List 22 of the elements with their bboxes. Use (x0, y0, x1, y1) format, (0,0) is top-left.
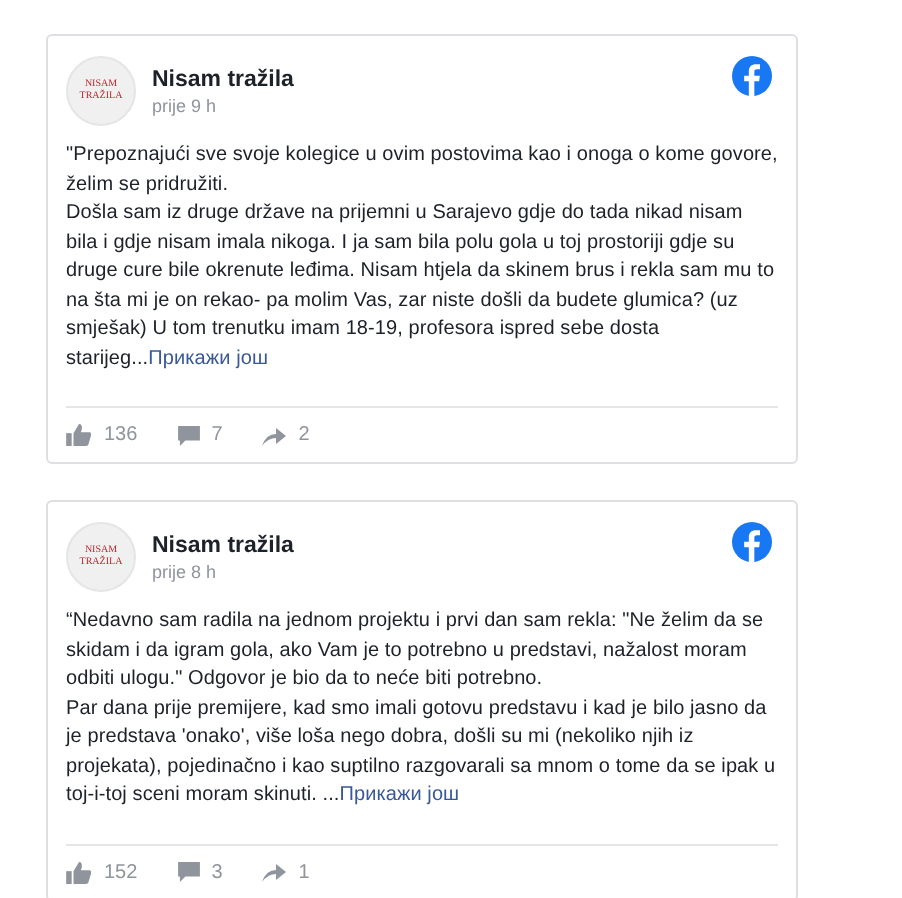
facebook-icon[interactable] (732, 522, 772, 562)
comment-icon[interactable] (177, 425, 200, 445)
thumbs-up-icon[interactable] (66, 861, 92, 883)
show-more-link[interactable]: Прикажи још (148, 347, 269, 369)
comment-count: 3 (211, 861, 223, 883)
facebook-icon[interactable] (732, 56, 772, 96)
like-count: 136 (104, 424, 138, 446)
author-name[interactable]: Nisam tražila (152, 67, 294, 91)
comment-icon[interactable] (177, 862, 200, 882)
like-count: 152 (104, 861, 138, 883)
post-text: "Prepoznajući sve svoje kolegice u ovim postovima kao i onoga o kome govore, želim se pridružiti. (66, 142, 778, 199)
share-count: 2 (298, 424, 310, 446)
author-name[interactable]: Nisam tražila (152, 533, 294, 557)
share-count: 1 (298, 861, 310, 883)
comment-count: 7 (211, 424, 223, 446)
post-text: “Nedavno sam radila na jednom projektu i prvi dan sam rekla: "Ne želim da se skidam i da igram gola, ako Vam je to potrebno u predstavi, nažalost moram odbiti ulogu." Odgovor je bio da to neće biti potrebno. (66, 608, 766, 694)
share-arrow-icon[interactable] (262, 862, 287, 882)
thumbs-up-icon[interactable] (66, 424, 92, 446)
share-arrow-icon[interactable] (262, 425, 287, 445)
post-text: Došla sam iz druge države na prijemni u Sarajevo gdje do tada nikad nisam bila i gdje nisam imala nikoga. I ja sam bila polu gola u toj prostoriji gdje su druge cure bile okrenute leđima. Nisam htjela da skinem brus i rekla sam mu to na šta mi je on rekao- pa molim Vas, zar niste došli da budete glumica? (uz smješak) U tom trenutku imam 18-19, profesora ispred sebe dosta starijeg...Прикажи још (66, 200, 777, 373)
show-more-link[interactable]: Прикажи још (339, 784, 460, 806)
post-text: Par dana prije premijere, kad smo imali gotovu predstavu i kad je bilo jasno da je predstava 'onako', više loša nego dobra, došli su mi (nekoliko njih iz projekata), pojedinačno i kao suptilno razgovarali sa mnom o tome da se ipak u toj-i-toj sceni moram skinuti. ...Прикажи још (66, 695, 778, 810)
